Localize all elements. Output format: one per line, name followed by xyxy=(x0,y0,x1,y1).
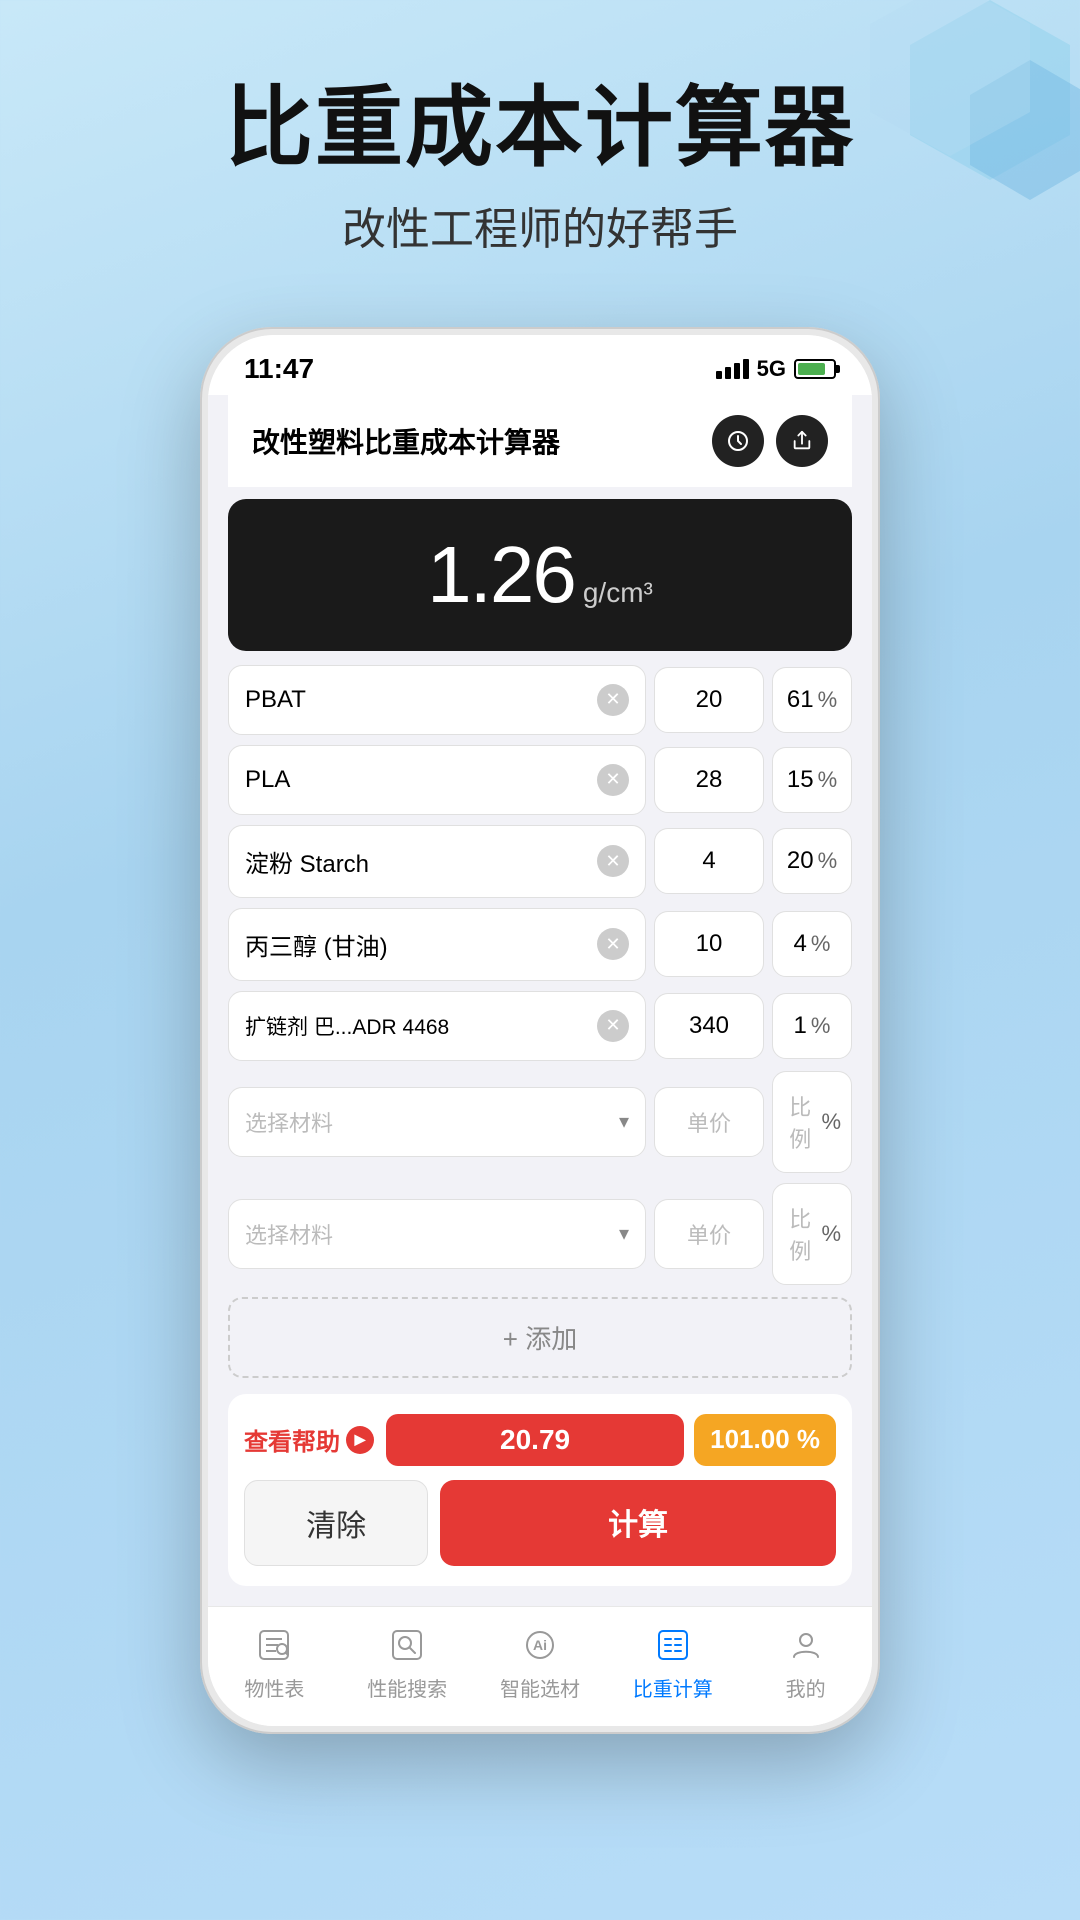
clear-starch-button[interactable]: ✕ xyxy=(597,845,629,877)
status-time: 11:47 xyxy=(244,353,314,385)
material-ratio-pbat: 61 % xyxy=(772,667,852,733)
dropdown-arrow-2: ▾ xyxy=(619,1221,629,1246)
material-ratio-pla: 15 % xyxy=(772,747,852,813)
app-header: 改性塑料比重成本计算器 xyxy=(228,395,852,487)
clear-glycerol-button[interactable]: ✕ xyxy=(597,928,629,960)
tab-mine-label: 我的 xyxy=(786,1673,826,1702)
tab-ai-label: 智能选材 xyxy=(500,1673,580,1702)
material-row: 扩链剂 巴...ADR 4468 ✕ 340 1 % xyxy=(228,991,852,1061)
clear-adr-button[interactable]: ✕ xyxy=(597,1010,629,1042)
material-row: PBAT ✕ 20 61 % xyxy=(228,665,852,735)
result-value: 1.26 xyxy=(427,529,575,621)
mine-tab-icon xyxy=(784,1623,828,1667)
material-price-input-1[interactable]: 单价 xyxy=(654,1087,764,1157)
dropdown-arrow-1: ▾ xyxy=(619,1109,629,1134)
svg-text:Ai: Ai xyxy=(533,1637,547,1653)
bottom-section: 查看帮助 ▶ 20.79 101.00 % 清除 计算 xyxy=(228,1394,852,1586)
clear-button[interactable]: 清除 xyxy=(244,1480,428,1566)
dropdown-row-1: 选择材料 ▾ 单价 比例 % xyxy=(228,1071,852,1173)
history-icon xyxy=(726,429,750,453)
share-button[interactable] xyxy=(776,415,828,467)
signal-bar-1 xyxy=(716,371,722,379)
tab-search-label: 性能搜索 xyxy=(367,1673,447,1702)
phone-inner: 11:47 5G 改性塑 xyxy=(208,335,872,1726)
clear-pbat-button[interactable]: ✕ xyxy=(597,684,629,716)
material-ratio-input-2: 比例 % xyxy=(772,1183,852,1285)
material-ratio-glycerol: 4 % xyxy=(772,911,852,977)
material-ratio-starch: 20 % xyxy=(772,828,852,894)
play-icon: ▶ xyxy=(346,1426,374,1454)
ratio-badge: 101.00 % xyxy=(694,1414,836,1466)
add-material-button[interactable]: + 添加 xyxy=(228,1297,852,1378)
result-badges: 20.79 101.00 % xyxy=(386,1414,836,1466)
battery-icon xyxy=(794,359,836,379)
material-select-1[interactable]: 选择材料 ▾ xyxy=(228,1087,646,1157)
result-unit: g/cm³ xyxy=(583,577,653,609)
phone-outer: 11:47 5G 改性塑 xyxy=(200,327,880,1734)
tab-calc[interactable]: 比重计算 xyxy=(606,1623,739,1702)
tab-properties[interactable]: 物性表 xyxy=(208,1623,341,1702)
status-bar: 11:47 5G xyxy=(208,335,872,395)
signal-bars xyxy=(716,359,749,379)
signal-bar-4 xyxy=(743,359,749,379)
tab-ai[interactable]: Ai 智能选材 xyxy=(474,1623,607,1702)
tab-properties-label: 物性表 xyxy=(244,1673,304,1702)
material-row: 丙三醇 (甘油) ✕ 10 4 % xyxy=(228,908,852,981)
ai-tab-icon: Ai xyxy=(518,1623,562,1667)
signal-bar-2 xyxy=(725,367,731,379)
material-price-starch[interactable]: 4 xyxy=(654,828,764,894)
calculate-button[interactable]: 计算 xyxy=(440,1480,836,1566)
app-content: 改性塑料比重成本计算器 xyxy=(208,395,872,1606)
action-row: 清除 计算 xyxy=(244,1480,836,1566)
material-name-starch[interactable]: 淀粉 Starch ✕ xyxy=(228,825,646,898)
cost-badge: 20.79 xyxy=(386,1414,684,1466)
material-row: 淀粉 Starch ✕ 4 20 % xyxy=(228,825,852,898)
result-display: 1.26 g/cm³ xyxy=(228,499,852,651)
properties-tab-icon xyxy=(252,1623,296,1667)
tab-calc-label: 比重计算 xyxy=(633,1673,713,1702)
material-name-glycerol[interactable]: 丙三醇 (甘油) ✕ xyxy=(228,908,646,981)
calc-tab-icon xyxy=(651,1623,695,1667)
header-buttons xyxy=(712,415,828,467)
status-icons: 5G xyxy=(716,356,836,382)
share-icon xyxy=(791,430,813,452)
app-title-text: 改性塑料比重成本计算器 xyxy=(252,421,560,461)
phone-mockup: 11:47 5G 改性塑 xyxy=(0,327,1080,1734)
material-ratio-adr: 1 % xyxy=(772,993,852,1059)
history-button[interactable] xyxy=(712,415,764,467)
material-price-pla[interactable]: 28 xyxy=(654,747,764,813)
add-button-label: + 添加 xyxy=(503,1324,577,1354)
material-ratio-input-1: 比例 % xyxy=(772,1071,852,1173)
tab-search[interactable]: 性能搜索 xyxy=(341,1623,474,1702)
material-select-2[interactable]: 选择材料 ▾ xyxy=(228,1199,646,1269)
material-price-input-2[interactable]: 单价 xyxy=(654,1199,764,1269)
material-price-glycerol[interactable]: 10 xyxy=(654,911,764,977)
material-name-pbat[interactable]: PBAT ✕ xyxy=(228,665,646,735)
material-name-adr[interactable]: 扩链剂 巴...ADR 4468 ✕ xyxy=(228,991,646,1061)
material-price-pbat[interactable]: 20 xyxy=(654,667,764,733)
help-link[interactable]: 查看帮助 ▶ xyxy=(244,1422,374,1457)
dropdown-row-2: 选择材料 ▾ 单价 比例 % xyxy=(228,1183,852,1285)
clear-pla-button[interactable]: ✕ xyxy=(597,764,629,796)
status-5g: 5G xyxy=(757,356,786,382)
battery-fill xyxy=(798,363,825,375)
help-row: 查看帮助 ▶ 20.79 101.00 % xyxy=(244,1414,836,1466)
tab-bar: 物性表 性能搜索 xyxy=(208,1606,872,1726)
materials-list: PBAT ✕ 20 61 % PLA ✕ xyxy=(228,665,852,1285)
material-price-adr[interactable]: 340 xyxy=(654,993,764,1059)
material-row: PLA ✕ 28 15 % xyxy=(228,745,852,815)
search-tab-icon xyxy=(385,1623,429,1667)
bg-decoration xyxy=(790,0,1080,300)
signal-bar-3 xyxy=(734,363,740,379)
tab-mine[interactable]: 我的 xyxy=(739,1623,872,1702)
material-name-pla[interactable]: PLA ✕ xyxy=(228,745,646,815)
